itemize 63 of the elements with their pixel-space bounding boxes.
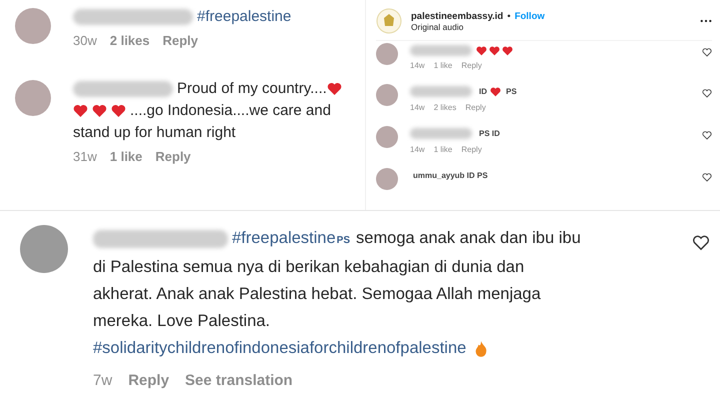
comment-text: stand up for human right	[73, 124, 236, 141]
avatar[interactable]	[376, 84, 398, 106]
comment-text: di Palestina semua nya di berikan kebahagian di dunia dan	[93, 258, 524, 276]
heart-icon	[92, 104, 107, 118]
avatar[interactable]	[376, 126, 398, 148]
heart-icon	[73, 104, 88, 118]
blurred-username	[410, 128, 472, 140]
flag-code: PS	[336, 235, 350, 246]
comment-time: 30w	[73, 33, 97, 48]
blurred-username	[410, 86, 472, 98]
comment-text: semoga anak anak dan ibu ibu	[356, 229, 581, 247]
heart-icon	[111, 104, 126, 118]
comment-time: 31w	[73, 149, 97, 164]
likes-count[interactable]: 1 like	[434, 61, 452, 70]
comment-time: 14w	[410, 61, 425, 70]
hashtag-link[interactable]: #freepalestine	[197, 8, 292, 25]
follow-link[interactable]: Follow	[514, 10, 545, 22]
comment-time: 14w	[410, 145, 425, 154]
avatar[interactable]	[15, 8, 51, 44]
comment-text: mereka. Love Palestina.	[93, 312, 270, 330]
comment-text: ....go Indonesia....we care and	[130, 102, 331, 119]
heart-icon	[490, 86, 501, 97]
comment-text: akherat. Anak anak Palestina hebat. Semogaa Allah menjaga	[93, 285, 541, 303]
flag-code: ID	[479, 87, 487, 96]
emblem-avatar[interactable]	[376, 8, 402, 34]
reply-link[interactable]: Reply	[128, 372, 170, 389]
reply-link[interactable]: Reply	[162, 33, 198, 48]
like-icon[interactable]	[692, 235, 710, 251]
heart-icon	[489, 46, 500, 56]
heart-icon	[502, 46, 513, 56]
likes-count[interactable]: 2 likes	[110, 33, 150, 48]
comment-time: 7w	[93, 372, 112, 389]
account-name[interactable]: palestineembassy.id	[411, 10, 504, 22]
comment-time: 14w	[410, 103, 425, 112]
heart-icon	[326, 82, 342, 96]
blurred-username	[410, 45, 472, 56]
reply-link[interactable]: Reply	[461, 145, 482, 154]
like-icon[interactable]	[702, 48, 712, 57]
avatar[interactable]	[376, 168, 398, 190]
hashtag-link[interactable]: #solidaritychildrenofindonesiaforchildrenofpalestine	[93, 339, 466, 357]
avatar[interactable]	[15, 80, 51, 116]
likes-count[interactable]: 2 likes	[434, 103, 456, 112]
reply-link[interactable]: Reply	[461, 61, 482, 70]
likes-count[interactable]: 1 like	[434, 145, 452, 154]
like-icon[interactable]	[702, 89, 712, 98]
flag-code: ummu_ayyub ID PS	[413, 171, 488, 180]
reply-link[interactable]: Reply	[155, 149, 191, 164]
translation-link[interactable]: See translation	[185, 372, 293, 389]
flag-code: PS	[506, 87, 517, 96]
fire-icon	[474, 340, 488, 358]
more-icon[interactable]	[700, 19, 712, 23]
separator-dot: •	[507, 10, 511, 22]
heart-icon	[476, 46, 487, 56]
avatar[interactable]	[20, 225, 68, 273]
reply-link[interactable]: Reply	[465, 103, 486, 112]
comment-text: Proud of my country....	[177, 80, 327, 97]
likes-count[interactable]: 1 like	[110, 149, 142, 164]
hashtag-link[interactable]: #freepalestine	[232, 229, 336, 247]
flag-code: PS ID	[479, 129, 500, 138]
like-icon[interactable]	[702, 173, 712, 182]
like-icon[interactable]	[702, 131, 712, 140]
audio-label[interactable]: Original audio	[411, 22, 464, 32]
avatar[interactable]	[376, 43, 398, 65]
